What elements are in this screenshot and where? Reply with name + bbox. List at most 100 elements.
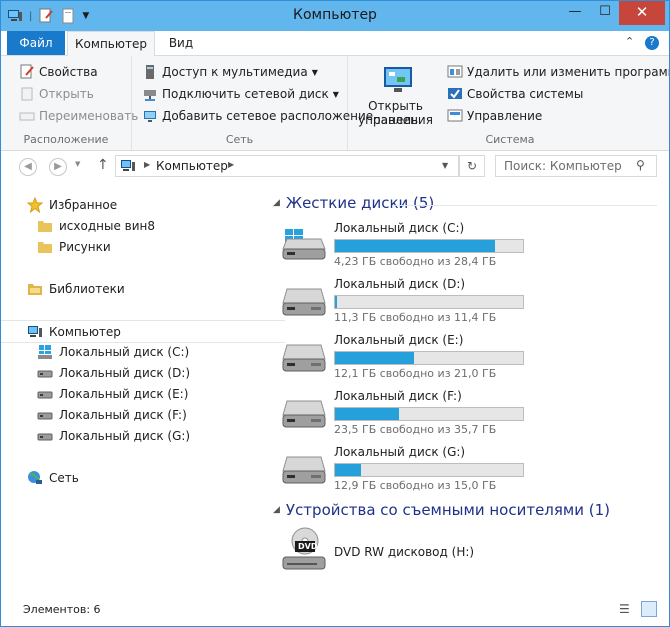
forward-button[interactable]: ▶	[49, 158, 67, 176]
system-properties-button[interactable]: Свойства системы	[447, 86, 583, 102]
hard-drive-icon	[282, 288, 326, 316]
nav-drive-d[interactable]: Локальный диск (D:)	[1, 362, 295, 383]
drive-tile[interactable]: Локальный диск (F:) 23,5 ГБ свободно из 3…	[281, 389, 541, 441]
collapse-chevron-icon[interactable]: ◢	[273, 505, 280, 515]
address-dropdown-icon[interactable]: ▼	[442, 161, 448, 170]
tab-file[interactable]: Файл	[7, 31, 65, 55]
large-icons-view-icon[interactable]	[641, 601, 657, 617]
close-button[interactable]: ✕	[619, 1, 665, 25]
properties-icon	[20, 64, 34, 79]
drive-tile[interactable]: Локальный диск (E:) 12,1 ГБ свободно из 2…	[281, 333, 541, 385]
usage-bar	[334, 239, 524, 253]
hard-drive-icon	[37, 412, 53, 419]
nav-drive-f[interactable]: Локальный диск (F:)	[1, 404, 295, 425]
help-icon[interactable]: ?	[645, 36, 659, 50]
breadcrumb-chevron-icon[interactable]: ▶	[228, 160, 234, 169]
breadcrumb[interactable]: Компьютер	[156, 159, 228, 173]
favorite-item-label: Рисунки	[59, 239, 111, 254]
uninstall-label: Удалить или изменить программу	[467, 65, 670, 79]
tab-computer[interactable]: Компьютер	[67, 31, 155, 57]
group-header-removable[interactable]: ◢ Устройства со съемными носителями (1)	[273, 501, 610, 519]
status-bar: Элементов: 6 ☰	[1, 597, 669, 625]
nav-libraries[interactable]: Библиотеки	[1, 278, 285, 299]
drive-label: Локальный диск (C:)	[59, 344, 190, 359]
hard-drive-icon	[282, 344, 326, 372]
refresh-button[interactable]: ↻	[459, 155, 485, 177]
details-view-icon[interactable]: ☰	[619, 602, 630, 616]
nav-drive-e[interactable]: Локальный диск (E:)	[1, 383, 295, 404]
system-properties-icon	[448, 88, 462, 99]
nav-favorites[interactable]: Избранное	[1, 194, 285, 215]
rename-label: Переименовать	[39, 109, 139, 123]
drive-tile[interactable]: Локальный диск (G:) 12,9 ГБ свободно из 1…	[281, 445, 541, 497]
address-toolbar: ◀ ▶ ▼ ↑ ▶ Компьютер ▶ ▼ ↻ Поиск: Компьют…	[1, 151, 669, 181]
programs-icon	[447, 65, 463, 78]
nav-favorite-item[interactable]: Рисунки	[1, 236, 295, 257]
nav-computer[interactable]: Компьютер	[1, 320, 285, 343]
hard-drive-icon	[282, 400, 326, 428]
collapse-chevron-icon[interactable]: ◢	[273, 198, 280, 208]
uninstall-program-button[interactable]: Удалить или изменить программу	[447, 64, 670, 80]
manage-label: Управление	[467, 109, 543, 123]
dvd-drive[interactable]: DVD DVD RW дисковод (H:)	[281, 527, 541, 575]
nav-drive-c[interactable]: Локальный диск (C:)	[1, 341, 295, 362]
add-network-location-button[interactable]: Добавить сетевое расположение	[142, 108, 373, 124]
tab-view[interactable]: Вид	[159, 31, 203, 55]
usage-bar	[334, 295, 524, 309]
drive-label: Локальный диск (D:)	[59, 365, 191, 380]
control-panel-icon	[384, 67, 412, 92]
windows-drive-icon	[282, 229, 326, 260]
nav-drive-g[interactable]: Локальный диск (G:)	[1, 425, 295, 446]
dropdown-arrow-icon: ▼	[311, 67, 318, 77]
usage-bar	[334, 351, 524, 365]
group-system: Удалить или изменить программу Свойства …	[443, 56, 670, 150]
content-pane: ◢ Жесткие диски (5) Локальный диск (C:) 4…	[265, 183, 669, 593]
system-properties-label: Свойства системы	[467, 87, 584, 101]
search-icon[interactable]: ⚲	[636, 158, 645, 172]
group-header-hard-drives[interactable]: ◢ Жесткие диски (5)	[273, 194, 434, 212]
usage-bar	[334, 463, 524, 477]
dropdown-arrow-icon: ▼	[332, 89, 339, 99]
search-input[interactable]: Поиск: Компьютер ⚲	[495, 155, 657, 177]
usage-bar-fill	[335, 352, 414, 364]
group-label-network: Сеть	[225, 133, 254, 146]
network-drive-icon	[144, 90, 156, 101]
drive-free-space: 23,5 ГБ свободно из 35,7 ГБ	[334, 423, 497, 436]
computer-icon	[121, 160, 135, 171]
minimize-button[interactable]: —	[561, 1, 589, 25]
manage-icon	[447, 109, 463, 122]
properties-button[interactable]: Свойства	[19, 64, 98, 80]
usage-bar-fill	[335, 408, 399, 420]
collapse-ribbon-icon[interactable]: ⌃	[625, 35, 634, 48]
favorite-item-label: исходные вин8	[59, 218, 156, 233]
manage-button[interactable]: Управление	[447, 108, 542, 124]
rename-button[interactable]: Переименовать	[19, 108, 138, 124]
map-drive-button[interactable]: Подключить сетевой диск ▼	[142, 86, 339, 102]
favorites-label: Избранное	[49, 197, 118, 212]
network-icon	[28, 470, 42, 484]
title-bar: | ▼ Компьютер — ☐ ✕	[1, 1, 669, 31]
windows-drive-icon	[38, 344, 52, 359]
drive-tile[interactable]: Локальный диск (D:) 11,3 ГБ свободно из 1…	[281, 277, 541, 329]
folder-icon	[38, 220, 52, 232]
drive-free-space: 12,1 ГБ свободно из 21,0 ГБ	[334, 367, 497, 380]
up-arrow-icon[interactable]: ↑	[97, 157, 109, 173]
ribbon-tabs: Файл Компьютер Вид ⌃ ?	[1, 31, 669, 57]
item-count: Элементов: 6	[23, 603, 101, 616]
drive-name: Локальный диск (G:)	[334, 445, 466, 459]
address-bar[interactable]: ▶ Компьютер ▶ ▼	[115, 155, 459, 177]
nav-network[interactable]: Сеть	[1, 467, 285, 488]
open-button[interactable]: Открыть	[19, 86, 94, 102]
drive-tile[interactable]: Локальный диск (C:) 4,23 ГБ свободно из 2…	[281, 221, 541, 273]
media-access-button[interactable]: Доступ к мультимедиа ▼	[142, 64, 318, 80]
group-label-system: Система	[485, 133, 535, 146]
back-button[interactable]: ◀	[19, 158, 37, 176]
folder-icon	[38, 241, 52, 253]
hard-drives-title: Жесткие диски (5)	[285, 194, 435, 212]
recent-locations-icon[interactable]: ▼	[75, 160, 80, 168]
dvd-drive-icon	[282, 527, 326, 570]
breadcrumb-chevron-icon[interactable]: ▶	[144, 160, 150, 169]
maximize-button[interactable]: ☐	[591, 1, 619, 25]
nav-favorite-item[interactable]: исходные вин8	[1, 215, 295, 236]
hard-drive-icon	[37, 370, 53, 377]
